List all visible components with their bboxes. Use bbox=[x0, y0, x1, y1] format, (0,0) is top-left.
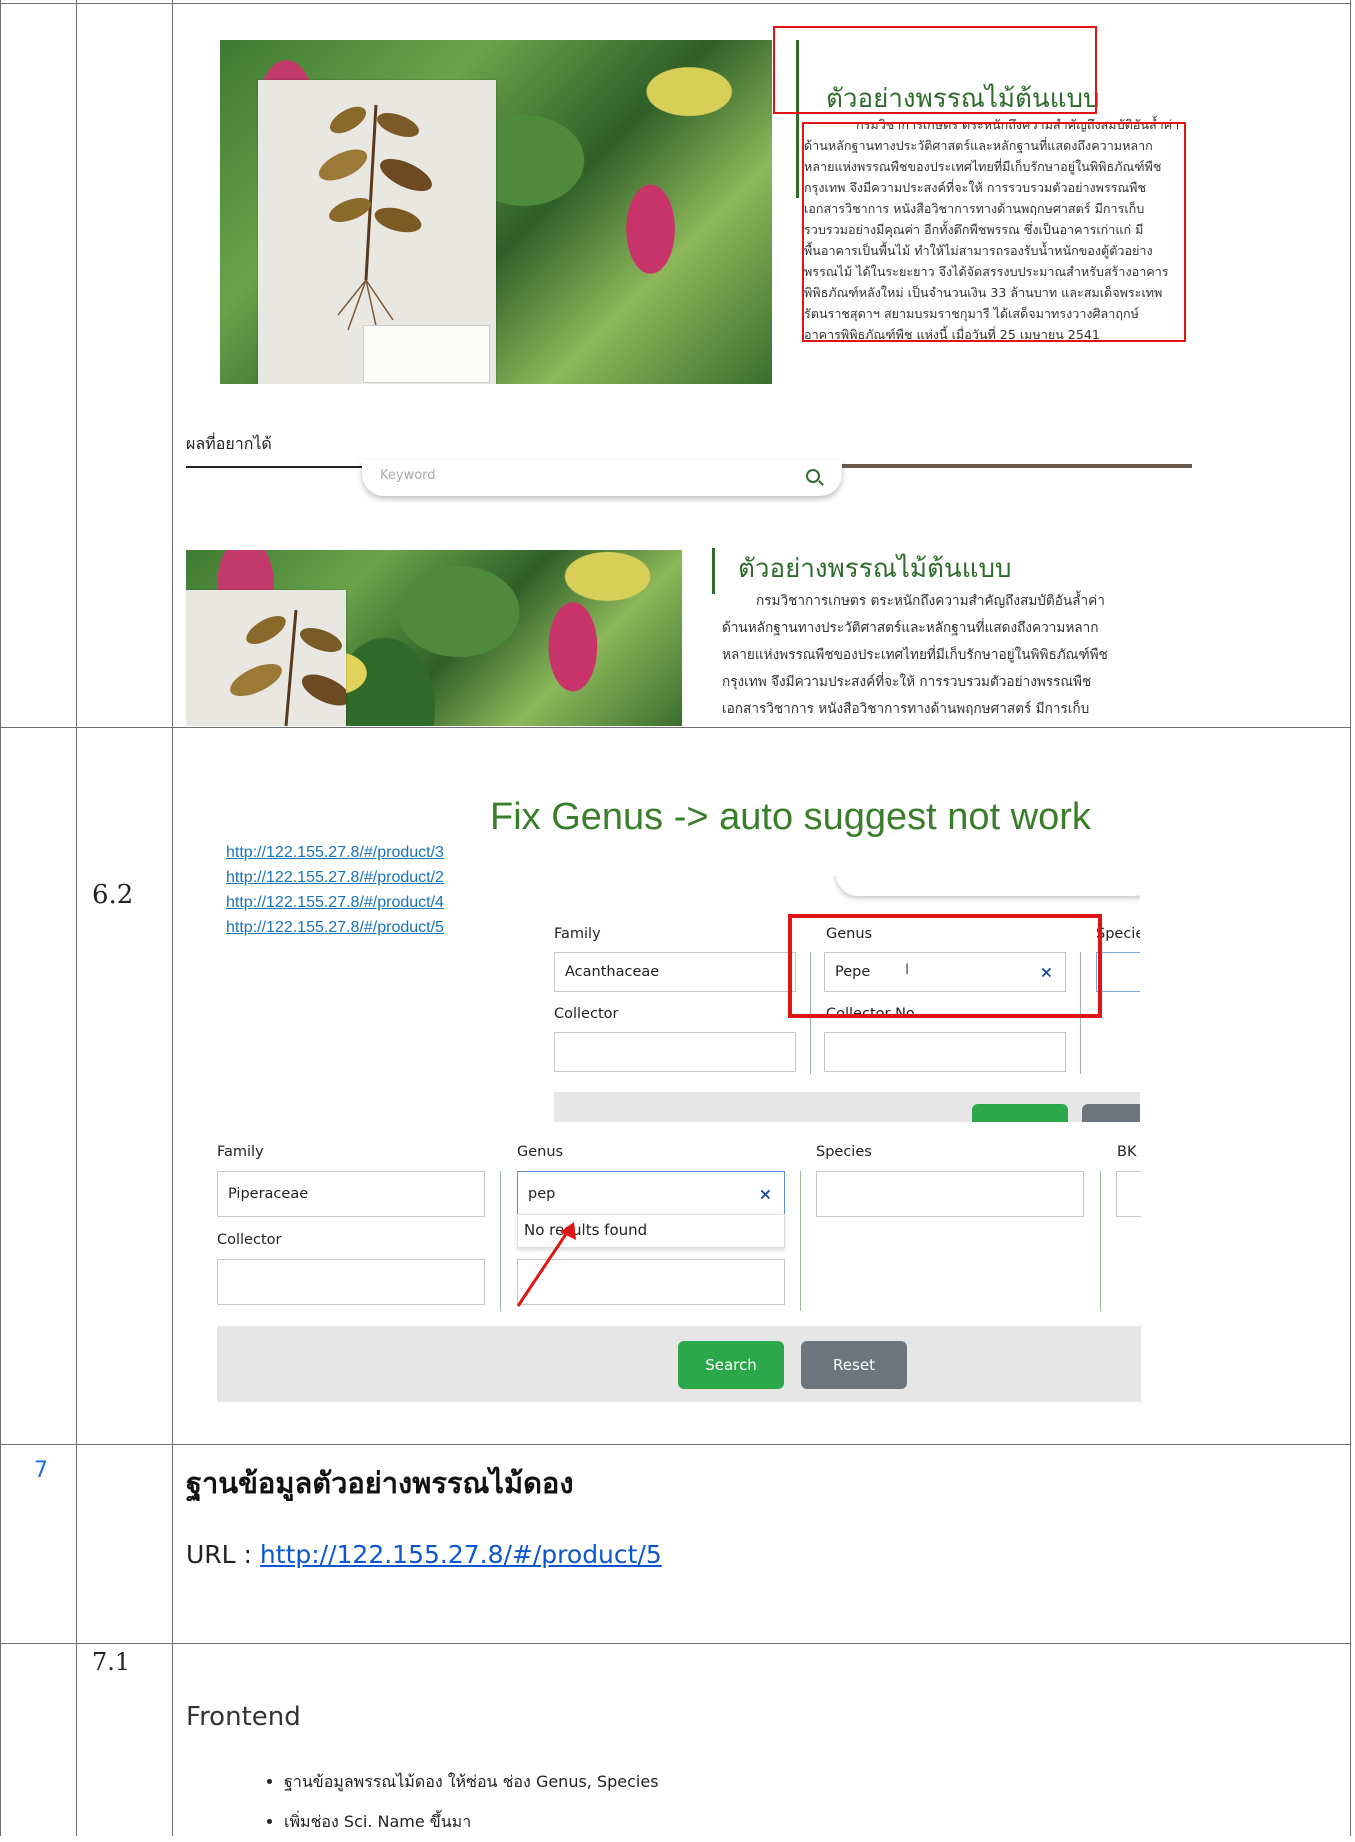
column-divider bbox=[500, 1171, 501, 1311]
annotation-box-title bbox=[773, 26, 1097, 114]
sample-paragraph-line: กรมวิชาการเกษตร ตระหนักถึงความสำคัญถึงสม… bbox=[756, 593, 1105, 609]
herbarium-sheet bbox=[258, 80, 496, 384]
reset-button[interactable]: Reset bbox=[801, 1341, 907, 1389]
table-row-divider-1 bbox=[0, 727, 1351, 728]
collector-label: Collector bbox=[217, 1232, 282, 1248]
plant-photo-bottom bbox=[186, 550, 682, 726]
table-row-divider-2 bbox=[0, 1444, 1351, 1445]
row-number-7: 7 bbox=[34, 1458, 48, 1483]
row-number-7-1: 7.1 bbox=[92, 1648, 131, 1676]
herbarium-specimen-icon bbox=[318, 104, 432, 336]
herbarium-label bbox=[363, 325, 490, 383]
bk-label: BK bbox=[1117, 1144, 1137, 1160]
frontend-bullet-list: ฐานข้อมูลพรรณไม้ดอง ให้ซ่อน ช่อง Genus, … bbox=[186, 1762, 659, 1842]
bk-field[interactable] bbox=[1116, 1171, 1141, 1217]
desired-photo-strip bbox=[840, 464, 1192, 468]
section-7-title: ฐานข้อมูลตัวอย่างพรรณไม้ดอง bbox=[186, 1466, 574, 1500]
section-7-url: URL : http://122.155.27.8/#/product/5 bbox=[186, 1540, 662, 1569]
table-row-divider-3 bbox=[0, 1643, 1351, 1644]
species-label: Specie bbox=[1096, 926, 1140, 942]
family-label: Family bbox=[217, 1144, 264, 1160]
family-value: Piperaceae bbox=[228, 1186, 309, 1202]
search-icon[interactable] bbox=[806, 469, 820, 483]
product-link[interactable]: http://122.155.27.8/#/product/3 bbox=[226, 844, 444, 861]
collector-label: Collector bbox=[554, 1006, 619, 1022]
sample-paragraph-line: หลายแห่งพรรณพืชของประเทศไทยที่มีเก็บรักษ… bbox=[722, 647, 1108, 663]
genus-value: pep bbox=[528, 1186, 556, 1202]
keyword-search-bar[interactable]: Keyword bbox=[362, 460, 842, 496]
plant-photo-top bbox=[220, 40, 772, 384]
collector-field[interactable] bbox=[554, 1032, 796, 1072]
sample-paragraph-line: ด้านหลักฐานทางประวัติศาสตร์และหลักฐานที่… bbox=[722, 620, 1099, 636]
annotation-box-paragraph bbox=[802, 122, 1186, 342]
species-label: Species bbox=[816, 1144, 872, 1160]
column-divider bbox=[1100, 1171, 1101, 1311]
annotation-box-genus bbox=[788, 914, 1102, 1018]
herbarium-specimen-icon bbox=[230, 609, 346, 726]
desired-result-label: ผลที่อยากได้ bbox=[186, 434, 272, 453]
table-col-divider-1 bbox=[76, 0, 77, 1836]
reset-button-partial[interactable] bbox=[1082, 1104, 1140, 1122]
keyword-search-bar-partial bbox=[836, 876, 1140, 896]
list-item: เพิ่มช่อง Sci. Name ขึ้นมา bbox=[284, 1802, 659, 1842]
family-field[interactable]: Acanthaceae bbox=[554, 952, 796, 992]
family-field[interactable]: Piperaceae bbox=[217, 1171, 485, 1217]
table-col-divider-2 bbox=[172, 0, 173, 1836]
url-prefix: URL : bbox=[186, 1540, 260, 1569]
table-border-right bbox=[1350, 0, 1351, 1836]
column-divider bbox=[800, 1171, 801, 1311]
sample-paragraph-line: เอกสารวิชาการ หนังสือวิชาการทางด้านพฤกษศ… bbox=[722, 701, 1090, 717]
arrow-annotation-icon bbox=[516, 1222, 576, 1307]
list-item: ฐานข้อมูลพรรณไม้ดอง ให้ซ่อน ช่อง Genus, … bbox=[284, 1762, 659, 1802]
genus-field[interactable]: pep × bbox=[517, 1171, 785, 1217]
table-border-left bbox=[0, 0, 1, 1836]
product-links: http://122.155.27.8/#/product/3 http://1… bbox=[226, 840, 444, 940]
family-value: Acanthaceae bbox=[565, 964, 660, 980]
row-number-6-2: 6.2 bbox=[92, 880, 134, 910]
collector-no-field[interactable] bbox=[824, 1032, 1066, 1072]
title-accent-bar-bottom bbox=[712, 548, 715, 594]
herbarium-sheet-bottom bbox=[186, 590, 346, 726]
family-label: Family bbox=[554, 926, 601, 942]
species-field[interactable] bbox=[1096, 952, 1140, 992]
product-link[interactable]: http://122.155.27.8/#/product/4 bbox=[226, 894, 444, 911]
product-link[interactable]: http://122.155.27.8/#/product/5 bbox=[226, 919, 444, 936]
frontend-heading: Frontend bbox=[186, 1702, 301, 1732]
sample-paragraph-line: กรุงเทพ จึงมีความประสงค์ที่จะให้ การรวบร… bbox=[722, 674, 1092, 690]
clear-icon[interactable]: × bbox=[759, 1185, 772, 1204]
fix-title: Fix Genus -> auto suggest not work bbox=[490, 796, 1091, 838]
keyword-placeholder: Keyword bbox=[380, 468, 436, 483]
genus-label: Genus bbox=[517, 1144, 564, 1160]
species-field[interactable] bbox=[816, 1171, 1084, 1217]
collector-field[interactable] bbox=[217, 1259, 485, 1305]
product-link[interactable]: http://122.155.27.8/#/product/2 bbox=[226, 869, 444, 886]
sample-title-bottom: ตัวอย่างพรรณไม้ต้นแบบ bbox=[738, 554, 1012, 584]
table-row-top bbox=[0, 3, 1351, 4]
sample-paragraph-bottom: กรมวิชาการเกษตร ตระหนักถึงความสำคัญถึงสม… bbox=[722, 588, 1152, 723]
search-button[interactable]: Search bbox=[678, 1341, 784, 1389]
search-button-partial[interactable] bbox=[972, 1104, 1068, 1122]
section-7-url-link[interactable]: http://122.155.27.8/#/product/5 bbox=[260, 1540, 662, 1569]
